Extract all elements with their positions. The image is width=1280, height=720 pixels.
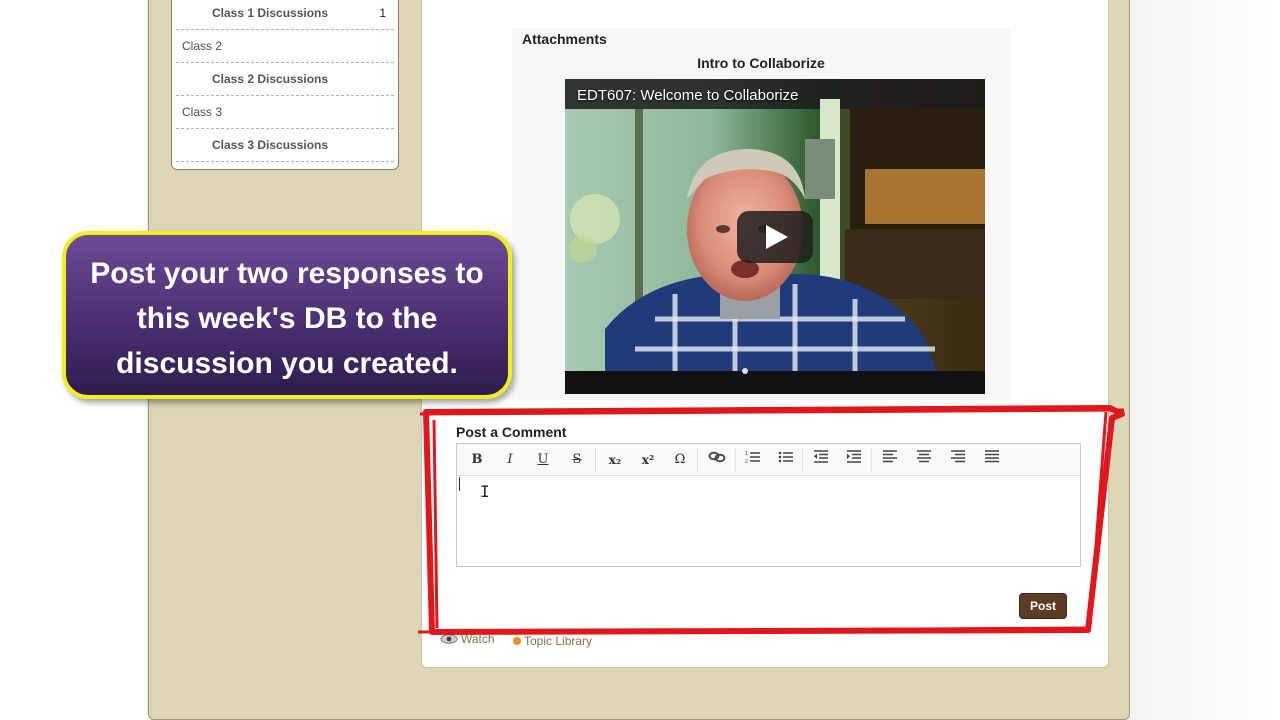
- discussion-count-badge: 1: [379, 6, 386, 20]
- video-title: Intro to Collaborize: [697, 55, 825, 71]
- sidebar-item-class-3[interactable]: Class 3: [176, 96, 394, 129]
- ibeam-cursor-icon: I: [480, 482, 490, 501]
- sidebar-item-label: Class 3: [182, 105, 223, 119]
- bold-button[interactable]: B: [465, 450, 489, 470]
- indent-icon[interactable]: [842, 450, 866, 470]
- attachments-heading: Attachments: [522, 31, 607, 47]
- sidebar-nav: Class 1 Discussions 1 Class 2 Class 2 Di…: [171, 0, 399, 170]
- superscript-button[interactable]: x²: [636, 450, 660, 470]
- callout-line: this week's DB to the: [136, 302, 438, 335]
- subscript-button[interactable]: x₂: [603, 450, 627, 470]
- topic-library-icon: [512, 635, 522, 649]
- strikethrough-button[interactable]: S: [565, 450, 589, 470]
- post-comment-heading: Post a Comment: [456, 424, 567, 440]
- toolbar-separator: [802, 448, 803, 472]
- bullet-list-icon[interactable]: [774, 450, 798, 470]
- align-left-icon[interactable]: [878, 450, 902, 470]
- sidebar-item-label: Class 2: [182, 39, 223, 53]
- toolbar-separator: [735, 448, 736, 472]
- video-player[interactable]: EDT607: Welcome to Collaborize: [565, 79, 985, 394]
- post-button[interactable]: Post: [1019, 593, 1067, 619]
- toolbar-separator: [871, 448, 872, 472]
- sidebar-item-label: Class 1 Discussions: [212, 6, 329, 20]
- italic-button[interactable]: I: [498, 450, 522, 470]
- underline-button[interactable]: U: [531, 450, 555, 470]
- topic-library-link[interactable]: Topic Library: [524, 634, 592, 648]
- sidebar-item-class-3-discussions[interactable]: Class 3 Discussions: [176, 129, 394, 162]
- eye-icon: [440, 633, 458, 647]
- link-icon[interactable]: [705, 450, 729, 470]
- svg-text:1: 1: [745, 451, 748, 457]
- special-char-button[interactable]: Ω: [668, 450, 692, 470]
- comment-editor[interactable]: B I U S x₂ x² Ω 12 I: [456, 443, 1081, 567]
- callout-line: Post your two responses to: [90, 257, 484, 290]
- sidebar-item-class-1-discussions[interactable]: Class 1 Discussions 1: [176, 0, 394, 30]
- editor-toolbar: B I U S x₂ x² Ω 12: [457, 444, 1080, 476]
- svg-text:2: 2: [745, 459, 748, 464]
- sidebar-item-label: Class 2 Discussions: [212, 72, 329, 86]
- right-gutter: [1130, 0, 1280, 720]
- toolbar-separator: [697, 448, 698, 472]
- numbered-list-icon[interactable]: 12: [741, 450, 765, 470]
- text-caret: [459, 477, 460, 491]
- outdent-icon[interactable]: [809, 450, 833, 470]
- toolbar-separator: [595, 448, 596, 472]
- watch-link[interactable]: Watch: [461, 632, 495, 646]
- align-right-icon[interactable]: [946, 450, 970, 470]
- callout-line: discussion you created.: [116, 347, 458, 380]
- play-button[interactable]: [737, 211, 813, 263]
- align-center-icon[interactable]: [912, 450, 936, 470]
- sidebar-item-label: Class 3 Discussions: [212, 138, 329, 152]
- justify-icon[interactable]: [980, 450, 1004, 470]
- sidebar-item-class-2-discussions[interactable]: Class 2 Discussions: [176, 63, 394, 96]
- sidebar-item-class-2[interactable]: Class 2: [176, 30, 394, 63]
- video-caption: EDT607: Welcome to Collaborize: [577, 87, 799, 104]
- instruction-callout: Post your two responses to this week's D…: [62, 231, 512, 399]
